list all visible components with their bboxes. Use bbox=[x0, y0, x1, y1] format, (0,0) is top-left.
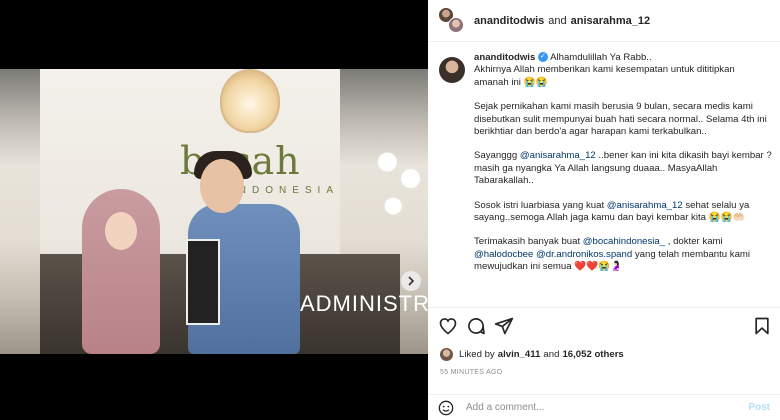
store-logo-egg bbox=[220, 69, 280, 133]
caption-paragraph-3: Sayanggg @anisarahma_12 ..bener kan ini … bbox=[474, 150, 772, 187]
photo-person-woman-face bbox=[105, 212, 137, 250]
verified-icon: ✓ bbox=[537, 52, 548, 63]
avatar bbox=[448, 16, 464, 33]
bookmark-icon bbox=[755, 317, 769, 335]
photo-orchid bbox=[370, 129, 428, 239]
likes-and: and bbox=[543, 348, 560, 360]
caption-username[interactable]: ananditodwis bbox=[474, 52, 535, 63]
post-actions-bar bbox=[438, 316, 772, 338]
mention-link[interactable]: @anisarahma_12 bbox=[520, 150, 596, 161]
save-button[interactable] bbox=[752, 316, 772, 336]
caption-text: , dokter kami bbox=[665, 236, 723, 248]
caption-paragraph-5: Terimakasih banyak buat @bocahindonesia_… bbox=[474, 236, 772, 273]
comment-button[interactable] bbox=[466, 316, 486, 336]
share-icon bbox=[494, 317, 514, 335]
emoji-icon[interactable] bbox=[438, 400, 454, 416]
post-caption: ananditodwis ✓ Alhamdulillah Ya Rabb.. A… bbox=[428, 52, 780, 307]
mention-link[interactable]: @dr.andronikos.spand bbox=[536, 249, 632, 260]
photo-ultrasound-prints bbox=[186, 239, 220, 325]
post-comment-button[interactable]: Post bbox=[748, 402, 770, 413]
post-details-panel: ananditodwis and anisarahma_12 ananditod… bbox=[428, 0, 780, 420]
header-username-1[interactable]: ananditodwis bbox=[474, 15, 544, 27]
like-button[interactable] bbox=[438, 316, 458, 336]
header-and-text: and bbox=[548, 14, 567, 27]
caption-text: Sayanggg bbox=[474, 150, 520, 162]
avatar bbox=[440, 347, 453, 361]
comment-icon bbox=[468, 318, 485, 335]
instagram-post-view: bocah INDONESIA ADMINISTRA bbox=[0, 0, 780, 420]
caption-paragraph-1: Akhirnya Allah memberikan kami kesempata… bbox=[474, 64, 735, 88]
heart-icon bbox=[439, 318, 457, 335]
caption-first-line: ananditodwis ✓ Alhamdulillah Ya Rabb.. bbox=[474, 52, 772, 64]
chevron-right-icon bbox=[408, 276, 415, 286]
header-username-2[interactable]: anisarahma_12 bbox=[571, 15, 651, 27]
post-timestamp[interactable]: 55 MINUTES AGO bbox=[440, 369, 503, 376]
carousel-next-button[interactable] bbox=[401, 271, 421, 291]
likes-summary[interactable]: Liked by alvin_411 and 16,052 others bbox=[440, 346, 624, 362]
comment-input[interactable]: Add a comment... bbox=[466, 402, 748, 413]
post-media-area: bocah INDONESIA ADMINISTRA bbox=[0, 0, 428, 420]
likes-count[interactable]: 16,052 others bbox=[562, 349, 623, 360]
divider bbox=[428, 307, 780, 308]
post-photo[interactable]: bocah INDONESIA ADMINISTRA bbox=[0, 69, 428, 354]
store-logo-subtext: INDONESIA bbox=[230, 185, 340, 196]
mention-link[interactable]: @bocahindonesia_ bbox=[583, 236, 665, 247]
caption-greeting: Alhamdulillah Ya Rabb.. bbox=[550, 52, 652, 63]
collab-avatars[interactable] bbox=[438, 6, 466, 35]
photo-person-man-face bbox=[200, 159, 244, 213]
mention-link[interactable]: @anisarahma_12 bbox=[607, 200, 683, 211]
avatar[interactable] bbox=[439, 57, 465, 83]
comment-box: Add a comment... Post bbox=[428, 394, 780, 420]
photo-counter-sign: ADMINISTRA bbox=[300, 291, 428, 316]
caption-paragraph-2: Sejak pernikahan kami masih berusia 9 bu… bbox=[474, 101, 767, 138]
caption-text: Sosok istri luarbiasa yang kuat bbox=[474, 199, 607, 211]
post-header: ananditodwis and anisarahma_12 bbox=[428, 0, 780, 42]
likes-prefix: Liked by bbox=[459, 348, 495, 360]
caption-paragraph-4: Sosok istri luarbiasa yang kuat @anisara… bbox=[474, 200, 772, 225]
mention-link[interactable]: @halodocbee bbox=[474, 249, 533, 260]
caption-text: Terimakasih banyak buat bbox=[474, 236, 583, 248]
share-button[interactable] bbox=[494, 316, 514, 336]
likes-user[interactable]: alvin_411 bbox=[498, 349, 541, 360]
